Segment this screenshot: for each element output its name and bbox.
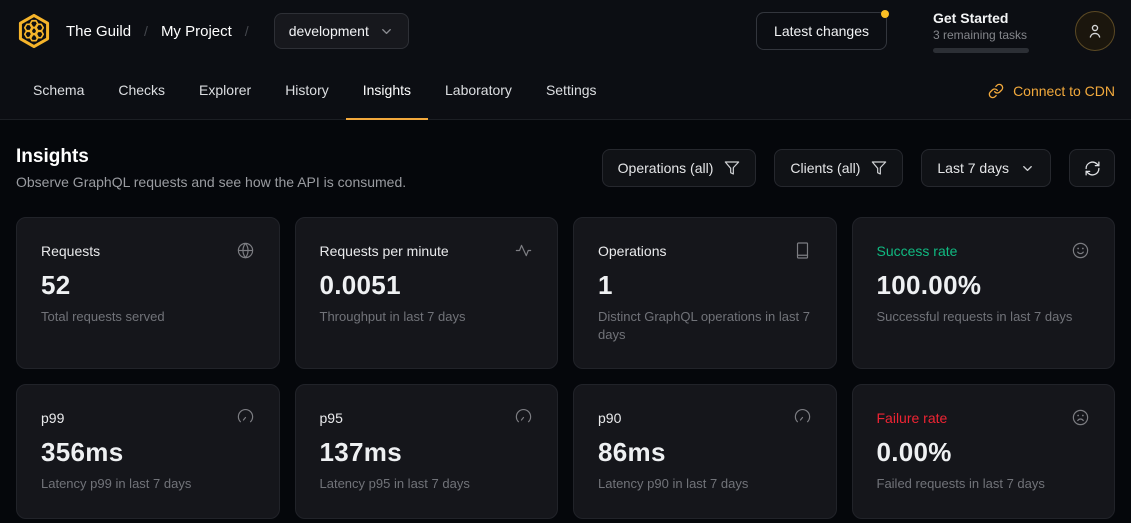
card-description: Latency p99 in last 7 days — [41, 475, 255, 493]
card-title: Requests — [41, 243, 100, 259]
latest-changes-label: Latest changes — [774, 23, 869, 39]
gauge-icon — [514, 408, 533, 427]
tab-settings[interactable]: Settings — [529, 62, 614, 120]
smile-icon — [1071, 241, 1090, 260]
breadcrumb-project[interactable]: My Project — [161, 23, 232, 40]
metric-card-operations: Operations 1 Distinct GraphQL operations… — [573, 217, 837, 369]
get-started-widget[interactable]: Get Started 3 remaining tasks — [933, 10, 1029, 53]
metric-card-p90: p90 86ms Latency p90 in last 7 days — [573, 384, 837, 519]
metric-card-p99: p99 356ms Latency p99 in last 7 days — [16, 384, 280, 519]
card-title: Success rate — [877, 243, 958, 259]
gauge-icon — [236, 408, 255, 427]
period-selector[interactable]: Last 7 days — [921, 149, 1051, 187]
breadcrumb-org[interactable]: The Guild — [66, 23, 131, 40]
refresh-button[interactable] — [1069, 149, 1115, 187]
activity-icon — [514, 241, 533, 260]
tab-laboratory[interactable]: Laboratory — [428, 62, 529, 120]
get-started-subtitle: 3 remaining tasks — [933, 28, 1029, 42]
operations-filter-label: Operations (all) — [618, 160, 714, 176]
get-started-title: Get Started — [933, 10, 1029, 26]
clients-filter-label: Clients (all) — [790, 160, 860, 176]
guild-logo-icon[interactable] — [16, 13, 52, 49]
refresh-icon — [1084, 160, 1101, 177]
chevron-down-icon — [1020, 161, 1035, 176]
gauge-icon — [793, 408, 812, 427]
period-selector-value: Last 7 days — [937, 160, 1009, 176]
get-started-progress-bar — [933, 48, 1029, 53]
card-description: Latency p95 in last 7 days — [320, 475, 534, 493]
funnel-icon — [871, 160, 887, 176]
card-title: Failure rate — [877, 410, 948, 426]
card-description: Distinct GraphQL operations in last 7 da… — [598, 308, 812, 343]
tab-checks[interactable]: Checks — [101, 62, 182, 120]
card-title: p99 — [41, 410, 64, 426]
project-tabbar: Schema Checks Explorer History Insights … — [0, 62, 1131, 120]
environment-selector[interactable]: development — [274, 13, 409, 49]
card-title: Requests per minute — [320, 243, 449, 259]
metric-card-failure-rate: Failure rate 0.00% Failed requests in la… — [852, 384, 1116, 519]
card-value: 52 — [41, 270, 255, 301]
breadcrumb: The Guild / My Project / — [66, 23, 262, 40]
link-icon — [988, 83, 1004, 99]
card-value: 0.00% — [877, 437, 1091, 468]
insights-header: Insights Observe GraphQL requests and se… — [0, 146, 1131, 190]
latest-changes-button[interactable]: Latest changes — [756, 12, 887, 50]
card-title: Operations — [598, 243, 666, 259]
funnel-icon — [724, 160, 740, 176]
metric-card-p95: p95 137ms Latency p95 in last 7 days — [295, 384, 559, 519]
card-value: 1 — [598, 270, 812, 301]
card-value: 0.0051 — [320, 270, 534, 301]
connect-to-cdn-link[interactable]: Connect to CDN — [988, 62, 1115, 119]
filters-toolbar: Operations (all) Clients (all) Last 7 da… — [602, 149, 1115, 187]
user-avatar[interactable] — [1075, 11, 1115, 51]
card-value: 137ms — [320, 437, 534, 468]
card-value: 86ms — [598, 437, 812, 468]
frown-icon — [1071, 408, 1090, 427]
chevron-down-icon — [379, 24, 394, 39]
globe-icon — [236, 241, 255, 260]
clients-filter-button[interactable]: Clients (all) — [774, 149, 903, 187]
metric-card-requests: Requests 52 Total requests served — [16, 217, 280, 369]
card-title: p90 — [598, 410, 621, 426]
breadcrumb-separator: / — [245, 23, 249, 39]
tab-history[interactable]: History — [268, 62, 346, 120]
tab-explorer[interactable]: Explorer — [182, 62, 268, 120]
card-description: Successful requests in last 7 days — [877, 308, 1091, 326]
insights-title-block: Insights Observe GraphQL requests and se… — [16, 146, 406, 190]
card-description: Failed requests in last 7 days — [877, 475, 1091, 493]
metrics-grid: Requests 52 Total requests served Reques… — [16, 217, 1115, 519]
card-title: p95 — [320, 410, 343, 426]
card-description: Latency p90 in last 7 days — [598, 475, 812, 493]
card-value: 100.00% — [877, 270, 1091, 301]
tab-insights[interactable]: Insights — [346, 62, 428, 120]
metric-card-requests-per-minute: Requests per minute 0.0051 Throughput in… — [295, 217, 559, 369]
operations-filter-button[interactable]: Operations (all) — [602, 149, 757, 187]
card-description: Throughput in last 7 days — [320, 308, 534, 326]
header-right: Latest changes Get Started 3 remaining t… — [756, 10, 1115, 53]
connect-to-cdn-label: Connect to CDN — [1013, 83, 1115, 99]
book-icon — [793, 241, 812, 260]
app-header: The Guild / My Project / development Lat… — [0, 0, 1131, 62]
person-icon — [1086, 22, 1104, 40]
card-value: 356ms — [41, 437, 255, 468]
card-description: Total requests served — [41, 308, 255, 326]
page-title: Insights — [16, 146, 406, 168]
metric-card-success-rate: Success rate 100.00% Successful requests… — [852, 217, 1116, 369]
environment-selector-value: development — [289, 23, 369, 39]
notification-dot — [881, 10, 889, 18]
tab-schema[interactable]: Schema — [16, 62, 101, 120]
breadcrumb-separator: / — [144, 23, 148, 39]
page-subtitle: Observe GraphQL requests and see how the… — [16, 174, 406, 190]
